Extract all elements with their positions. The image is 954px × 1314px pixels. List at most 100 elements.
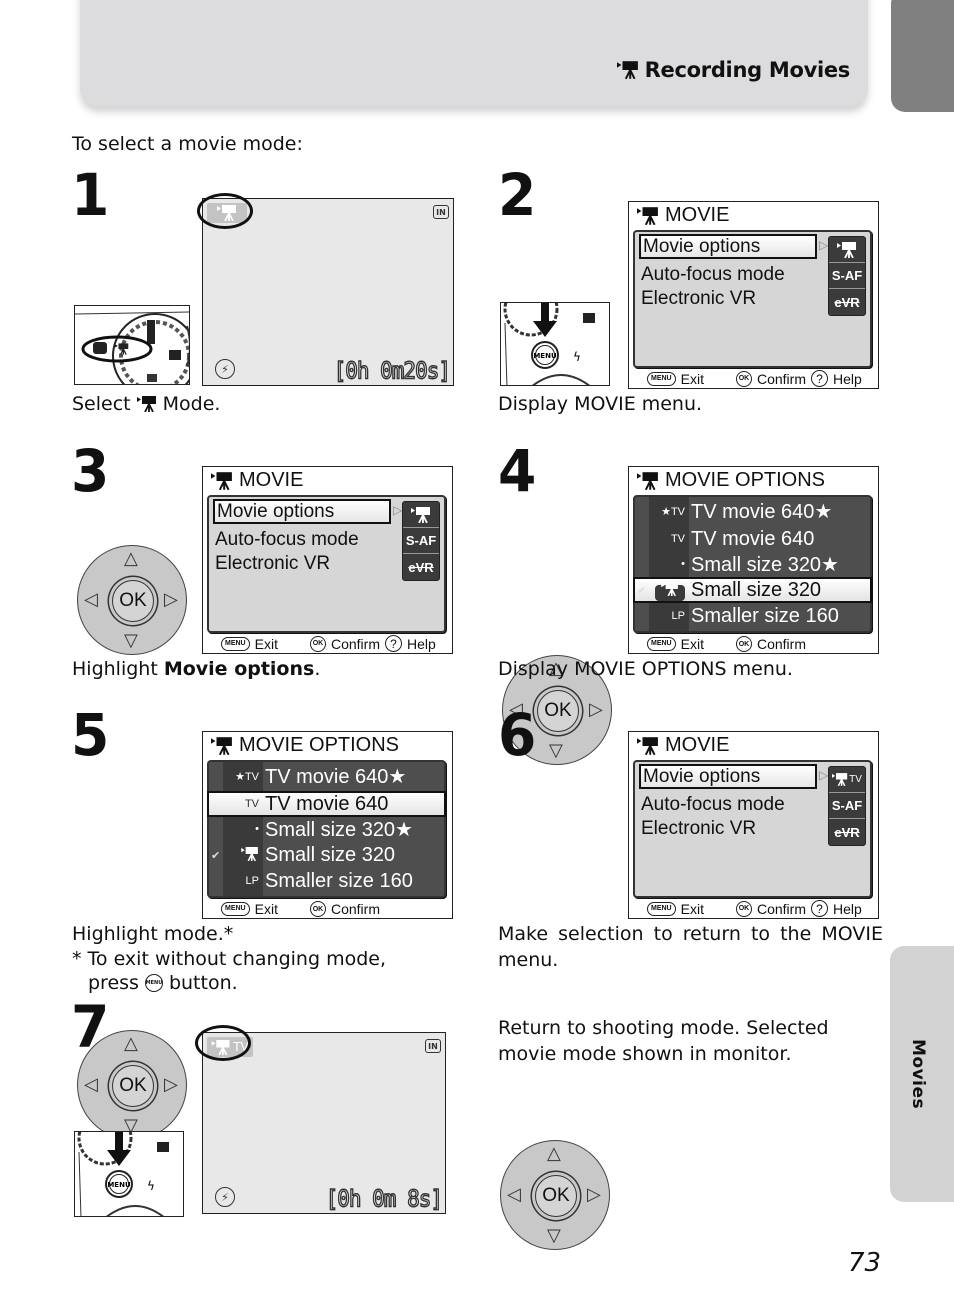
movie-camera-icon bbox=[211, 737, 233, 755]
step-caption: Highlight mode.* bbox=[72, 923, 234, 945]
menu-footer: MENU Exit OK Confirm ? Help bbox=[221, 635, 436, 652]
multi-selector-illustration: △ ▽ ◁ ▷ OK bbox=[77, 545, 187, 655]
exit-label: Exit bbox=[254, 901, 278, 917]
step-caption: Highlight Movie options. bbox=[72, 658, 321, 680]
ok-button-icon: OK bbox=[309, 635, 326, 652]
left-arrow-icon: ◁ bbox=[84, 589, 98, 610]
menu-button-icon: MENU bbox=[647, 901, 676, 916]
current-settings-panel: S-AF eVR bbox=[828, 236, 866, 316]
ok-button-icon: OK bbox=[535, 1175, 577, 1217]
multi-selector-illustration: △ ▽ ◁ ▷ OK bbox=[500, 1140, 610, 1250]
step-caption: Return to shooting mode. Selected movie … bbox=[498, 1017, 829, 1065]
movie-camera-icon bbox=[211, 472, 233, 490]
up-arrow-icon: △ bbox=[547, 1143, 561, 1164]
menu-item-movie-options[interactable]: Movie options bbox=[213, 499, 391, 524]
menu-footer: MENU Exit OK Confirm bbox=[647, 636, 806, 652]
option-small-320[interactable]: ✔ Small size 320 bbox=[633, 577, 872, 603]
movie-camera-icon bbox=[637, 207, 659, 225]
menu-item-electronic-vr[interactable]: Electronic VR bbox=[213, 551, 330, 576]
option-tv-640[interactable]: TV TV movie 640 bbox=[207, 791, 446, 817]
bold-term: Movie options bbox=[163, 658, 315, 680]
current-settings-panel: TV S-AF eVR bbox=[828, 766, 866, 846]
menu-body: ★TV TV movie 640★ TV TV movie 640 • Small s… bbox=[633, 495, 872, 633]
movie-camera-icon bbox=[637, 472, 659, 490]
menu-item-autofocus[interactable]: Auto-focus mode bbox=[639, 262, 785, 287]
menu-body: Movie options Auto-focus mode Electronic… bbox=[207, 495, 446, 633]
menu-item-autofocus[interactable]: Auto-focus mode bbox=[639, 792, 785, 817]
option-small-320[interactable]: ✔ Small size 320 bbox=[209, 842, 444, 868]
ok-button-icon: OK bbox=[309, 901, 326, 917]
option-small-320-star[interactable]: • Small size 320★ bbox=[635, 551, 870, 577]
menu-title: MOVIE OPTIONS bbox=[637, 469, 825, 492]
help-label: Help bbox=[832, 900, 862, 917]
vr-off-icon: eVR bbox=[834, 294, 860, 310]
internal-memory-icon: IN bbox=[433, 205, 449, 219]
menu-footer: MENU Exit OK Confirm ? Help bbox=[647, 370, 862, 387]
movie-menu: MOVIE Movie options Auto-focus mode Elec… bbox=[202, 466, 453, 654]
option-smaller-160[interactable]: LP Smaller size 160 bbox=[209, 868, 444, 894]
menu-body: ★TV TV movie 640★ TV TV movie 640 • Small s… bbox=[207, 760, 446, 898]
page-number: 73 bbox=[848, 1248, 882, 1278]
movie-camera-icon bbox=[137, 396, 157, 412]
menu-title: MOVIE bbox=[211, 469, 303, 492]
menu-item-autofocus[interactable]: Auto-focus mode bbox=[213, 527, 359, 552]
help-label: Help bbox=[832, 370, 862, 387]
flash-off-icon: ⚡ bbox=[215, 1187, 235, 1207]
movie-camera-icon bbox=[617, 61, 639, 79]
option-smaller-160[interactable]: LP Smaller size 160 bbox=[635, 603, 870, 629]
confirm-label: Confirm bbox=[330, 635, 380, 652]
internal-memory-icon: IN bbox=[425, 1039, 441, 1053]
checkmark-icon: ✔ bbox=[637, 584, 647, 597]
ok-button-icon: OK bbox=[537, 690, 579, 732]
remaining-time: [0h 0m 8s] bbox=[325, 1185, 444, 1213]
step-number: 6 bbox=[498, 701, 537, 769]
option-tv-640[interactable]: TV TV movie 640 bbox=[635, 526, 870, 552]
menu-body: Movie options Auto-focus mode Electronic… bbox=[633, 760, 872, 898]
movie-tv-setting-icon: TV bbox=[829, 767, 865, 793]
af-setting-icon: S-AF bbox=[829, 793, 865, 819]
menu-item-movie-options[interactable]: Movie options bbox=[639, 234, 817, 259]
menu-item-electronic-vr[interactable]: Electronic VR bbox=[639, 286, 756, 311]
svg-text:MENU: MENU bbox=[533, 352, 557, 360]
movie-setting-icon bbox=[403, 502, 439, 528]
footnote: * To exit without changing mode, press M… bbox=[72, 947, 386, 995]
menu-item-movie-options[interactable]: Movie options bbox=[639, 764, 817, 789]
confirm-label: Confirm bbox=[756, 370, 806, 387]
chapter-tab-top bbox=[891, 0, 954, 112]
step-caption: Display MOVIE OPTIONS menu. bbox=[498, 658, 793, 680]
tv-mode-icon: TV bbox=[244, 798, 259, 810]
option-small-320-star[interactable]: • Small size 320★ bbox=[209, 816, 444, 842]
caption-text: Mode. bbox=[162, 393, 221, 415]
left-arrow-icon: ◁ bbox=[507, 1184, 521, 1205]
highlight-circle bbox=[197, 193, 253, 229]
down-arrow-icon: ▽ bbox=[547, 1225, 561, 1246]
mode-dial-icon: SCENE bbox=[75, 311, 189, 384]
step-number: 7 bbox=[71, 993, 110, 1061]
help-icon: ? bbox=[384, 635, 402, 652]
camera-back-icon: MENU ϟ bbox=[77, 1132, 169, 1216]
option-tv-640-star[interactable]: ★TV TV movie 640★ bbox=[209, 763, 444, 789]
step-caption: Display MOVIE menu. bbox=[498, 393, 703, 415]
chapter-side-tab: Movies bbox=[890, 946, 954, 1202]
checkmark-icon: ✔ bbox=[211, 849, 221, 862]
af-setting-icon: S-AF bbox=[403, 528, 439, 554]
step-number: 4 bbox=[498, 437, 537, 505]
section-title: Recording Movies bbox=[617, 58, 850, 82]
movie-setting-icon bbox=[829, 237, 865, 263]
menu-item-electronic-vr[interactable]: Electronic VR bbox=[639, 816, 756, 841]
current-settings-panel: S-AF eVR bbox=[402, 501, 440, 581]
lp-mode-icon: LP bbox=[671, 610, 685, 622]
help-icon: ? bbox=[810, 370, 828, 387]
right-arrow-icon: ▷ bbox=[164, 589, 178, 610]
option-tv-640-star[interactable]: ★TV TV movie 640★ bbox=[635, 498, 870, 524]
right-arrow-icon: ▷ bbox=[164, 1074, 178, 1095]
menu-footer: MENU Exit OK Confirm ? Help bbox=[647, 900, 862, 917]
menu-title: MOVIE bbox=[637, 734, 729, 757]
svg-text:ϟ: ϟ bbox=[573, 350, 581, 364]
submenu-arrow-icon: ▷ bbox=[393, 503, 403, 517]
menu-title: MOVIE OPTIONS bbox=[211, 734, 399, 757]
menu-title: MOVIE bbox=[637, 204, 729, 227]
step-number: 5 bbox=[71, 701, 110, 769]
ok-button-icon: OK bbox=[112, 580, 154, 622]
movie-menu: MOVIE Movie options Auto-focus mode Elec… bbox=[628, 201, 879, 389]
